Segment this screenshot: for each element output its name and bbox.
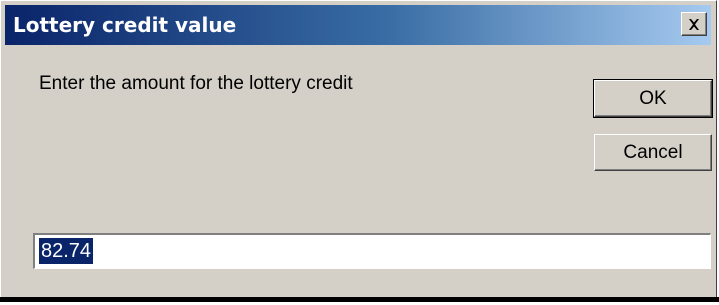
title-bar[interactable]: Lottery credit value bbox=[5, 5, 711, 45]
ok-button[interactable]: OK bbox=[593, 79, 713, 118]
amount-input[interactable]: 82.74 bbox=[33, 233, 711, 269]
window-title: Lottery credit value bbox=[13, 13, 237, 37]
prompt-label: Enter the amount for the lottery credit bbox=[39, 73, 353, 94]
close-button[interactable] bbox=[681, 12, 707, 36]
window-bottom-border bbox=[0, 297, 719, 302]
close-icon bbox=[689, 18, 699, 30]
dialog-window: Lottery credit value Enter the amount fo… bbox=[0, 0, 717, 298]
amount-input-value: 82.74 bbox=[39, 238, 94, 264]
cancel-button[interactable]: Cancel bbox=[594, 134, 712, 171]
